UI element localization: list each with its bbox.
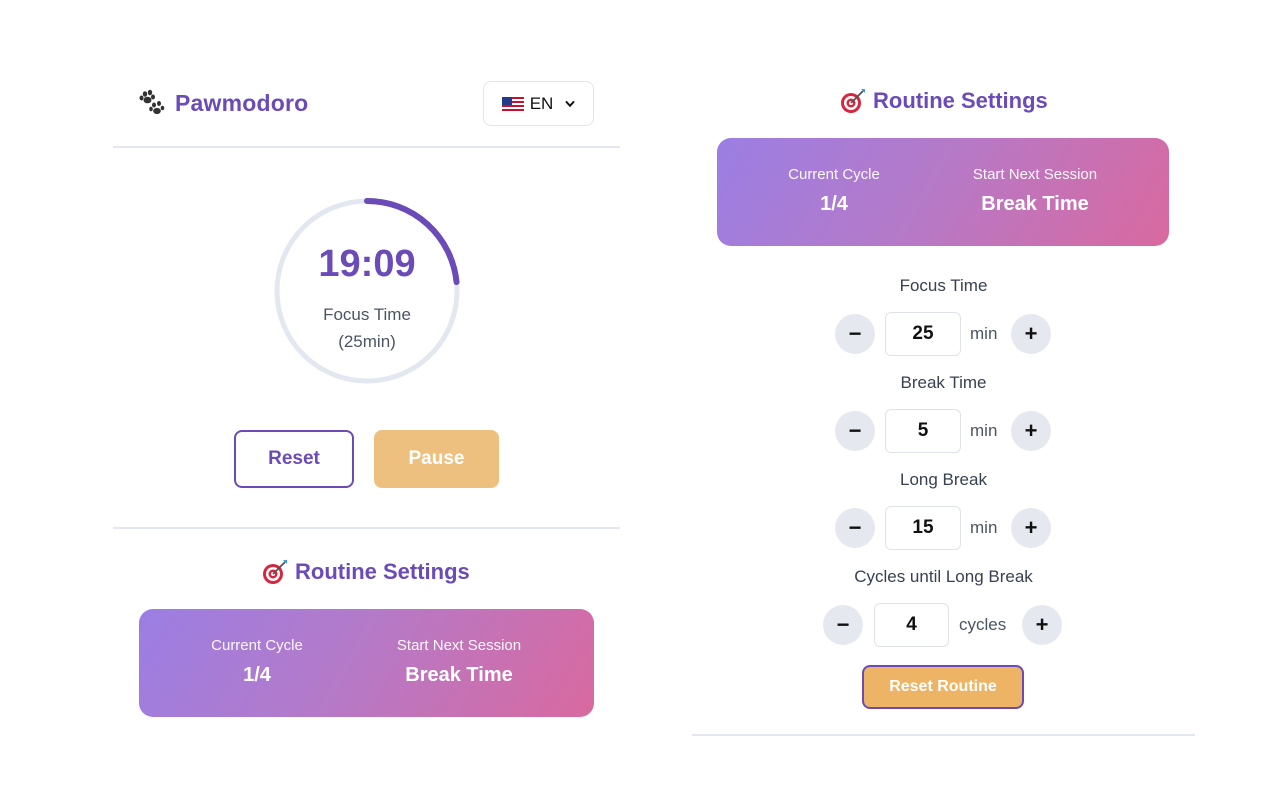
current-cycle-label: Current Cycle — [788, 166, 880, 183]
next-session-value: Break Time — [405, 664, 513, 686]
cycle-status-card: Current Cycle 1/4 Start Next Session Bre… — [139, 609, 594, 717]
break-time-decrement-button[interactable]: − — [835, 411, 875, 451]
focus-time-input[interactable]: 25 — [885, 312, 961, 356]
next-session-label: Start Next Session — [396, 637, 522, 654]
cycles-unit: cycles — [959, 615, 1007, 634]
reset-routine-button[interactable]: Reset Routine — [862, 665, 1024, 709]
timer-controls: Reset Pause — [234, 430, 499, 488]
focus-time-unit: min — [970, 324, 998, 343]
timer-mode-label: Focus Time — [323, 305, 411, 324]
section-divider — [692, 734, 1195, 736]
focus-time-increment-button[interactable]: + — [1011, 314, 1051, 354]
break-time-stepper: − 5 min + — [835, 409, 1051, 453]
us-flag-icon — [501, 96, 524, 111]
current-cycle-value: 1/4 — [243, 664, 271, 686]
next-session: Start Next Session Break Time — [374, 637, 544, 687]
pause-button[interactable]: Pause — [374, 430, 499, 488]
focus-time-setting: Focus Time − 25 min + — [692, 276, 1195, 362]
cycles-setting: Cycles until Long Break − 4 cycles + — [692, 567, 1195, 653]
break-time-increment-button[interactable]: + — [1011, 411, 1051, 451]
long-break-input[interactable]: 15 — [885, 506, 961, 550]
long-break-label: Long Break — [900, 470, 987, 489]
next-session-value: Break Time — [981, 193, 1089, 215]
language-select-value: EN — [529, 93, 554, 113]
break-time-unit: min — [970, 421, 998, 440]
current-cycle-value: 1/4 — [820, 193, 848, 215]
app-header: Pawmodoro EN — [113, 70, 620, 148]
next-session: Start Next Session Break Time — [950, 166, 1120, 216]
target-icon — [841, 89, 865, 113]
section-divider — [113, 527, 620, 529]
long-break-unit: min — [970, 518, 998, 537]
long-break-decrement-button[interactable]: − — [835, 508, 875, 548]
cycles-label: Cycles until Long Break — [854, 567, 1033, 586]
long-break-stepper: − 15 min + — [835, 506, 1051, 550]
break-time-label: Break Time — [900, 373, 987, 392]
timer-duration: (25min) — [338, 332, 396, 351]
next-session-label: Start Next Session — [972, 166, 1098, 183]
cycles-increment-button[interactable]: + — [1022, 605, 1062, 645]
routine-settings-title: Routine Settings — [261, 558, 470, 586]
cycles-input[interactable]: 4 — [874, 603, 949, 647]
cycle-status-card: Current Cycle 1/4 Start Next Session Bre… — [717, 138, 1169, 246]
current-cycle: Current Cycle 1/4 — [759, 166, 909, 216]
break-time-setting: Break Time − 5 min + — [692, 373, 1195, 459]
long-break-setting: Long Break − 15 min + — [692, 470, 1195, 556]
focus-time-label: Focus Time — [899, 276, 988, 295]
routine-settings-title: Routine Settings — [839, 87, 1048, 115]
timer-mode: Focus Time (25min) — [272, 301, 462, 355]
language-select[interactable]: EN — [483, 81, 594, 126]
current-cycle: Current Cycle 1/4 — [182, 637, 332, 687]
app-title: Pawmodoro — [175, 89, 309, 116]
focus-time-decrement-button[interactable]: − — [835, 314, 875, 354]
timer-progress-ring — [274, 198, 460, 384]
routine-settings-label: Routine Settings — [873, 88, 1048, 113]
target-icon — [263, 560, 287, 584]
timer-panel: Pawmodoro EN 19:09 Focus Time (25min) Re… — [113, 70, 620, 750]
long-break-increment-button[interactable]: + — [1011, 508, 1051, 548]
routine-settings-label: Routine Settings — [295, 559, 470, 584]
chevron-down-icon — [565, 100, 575, 107]
paw-icon — [139, 89, 165, 115]
time-remaining: 19:09 — [318, 243, 416, 285]
app-logo: Pawmodoro — [137, 88, 308, 118]
cycles-decrement-button[interactable]: − — [823, 605, 863, 645]
current-cycle-label: Current Cycle — [211, 637, 303, 654]
reset-button[interactable]: Reset — [234, 430, 354, 488]
break-time-input[interactable]: 5 — [885, 409, 961, 453]
timer-display: 19:09 Focus Time (25min) — [272, 196, 462, 386]
cycles-stepper: − 4 cycles + — [823, 603, 1063, 647]
focus-time-stepper: − 25 min + — [835, 312, 1051, 356]
routine-settings-panel: Routine Settings Current Cycle 1/4 Start… — [692, 70, 1195, 740]
